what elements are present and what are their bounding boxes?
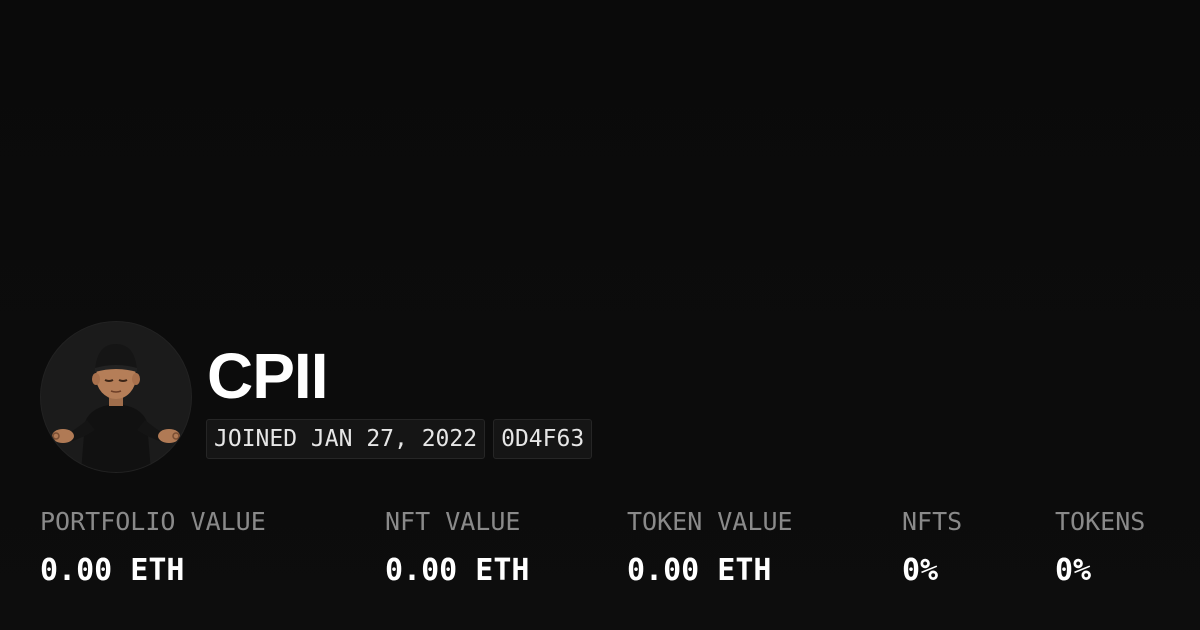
profile-tags: JOINED JAN 27, 2022 0D4F63 bbox=[206, 419, 593, 459]
profile-id-tag: 0D4F63 bbox=[493, 419, 593, 459]
stat-value: 0.00 ETH bbox=[627, 553, 772, 588]
stat-label: NFT VALUE bbox=[385, 507, 521, 536]
stats-row: PORTFOLIO VALUE 0.00 ETH NFT VALUE 0.00 … bbox=[40, 505, 1170, 605]
stat-nfts: NFTS 0% bbox=[902, 505, 962, 588]
stat-label: TOKEN VALUE bbox=[627, 507, 793, 536]
stat-value: 0% bbox=[1055, 553, 1092, 588]
joined-date-tag: JOINED JAN 27, 2022 bbox=[206, 419, 486, 459]
stat-value: 0% bbox=[902, 553, 939, 588]
stat-value: 0.00 ETH bbox=[385, 553, 530, 588]
avatar bbox=[40, 321, 192, 473]
stat-token-value: TOKEN VALUE 0.00 ETH bbox=[627, 505, 793, 588]
profile-name: CPII bbox=[207, 340, 328, 412]
stat-value: 0.00 ETH bbox=[40, 553, 185, 588]
stat-label: NFTS bbox=[902, 507, 963, 536]
memoji-avatar-icon bbox=[52, 344, 180, 472]
stat-nft-value: NFT VALUE 0.00 ETH bbox=[385, 505, 530, 588]
stat-portfolio-value: PORTFOLIO VALUE 0.00 ETH bbox=[40, 505, 266, 588]
stat-label: TOKENS bbox=[1055, 507, 1146, 536]
stat-label: PORTFOLIO VALUE bbox=[40, 507, 266, 536]
stat-tokens: TOKENS 0% bbox=[1055, 505, 1145, 588]
profile-card: CPII JOINED JAN 27, 2022 0D4F63 PORTFOLI… bbox=[0, 0, 1200, 630]
